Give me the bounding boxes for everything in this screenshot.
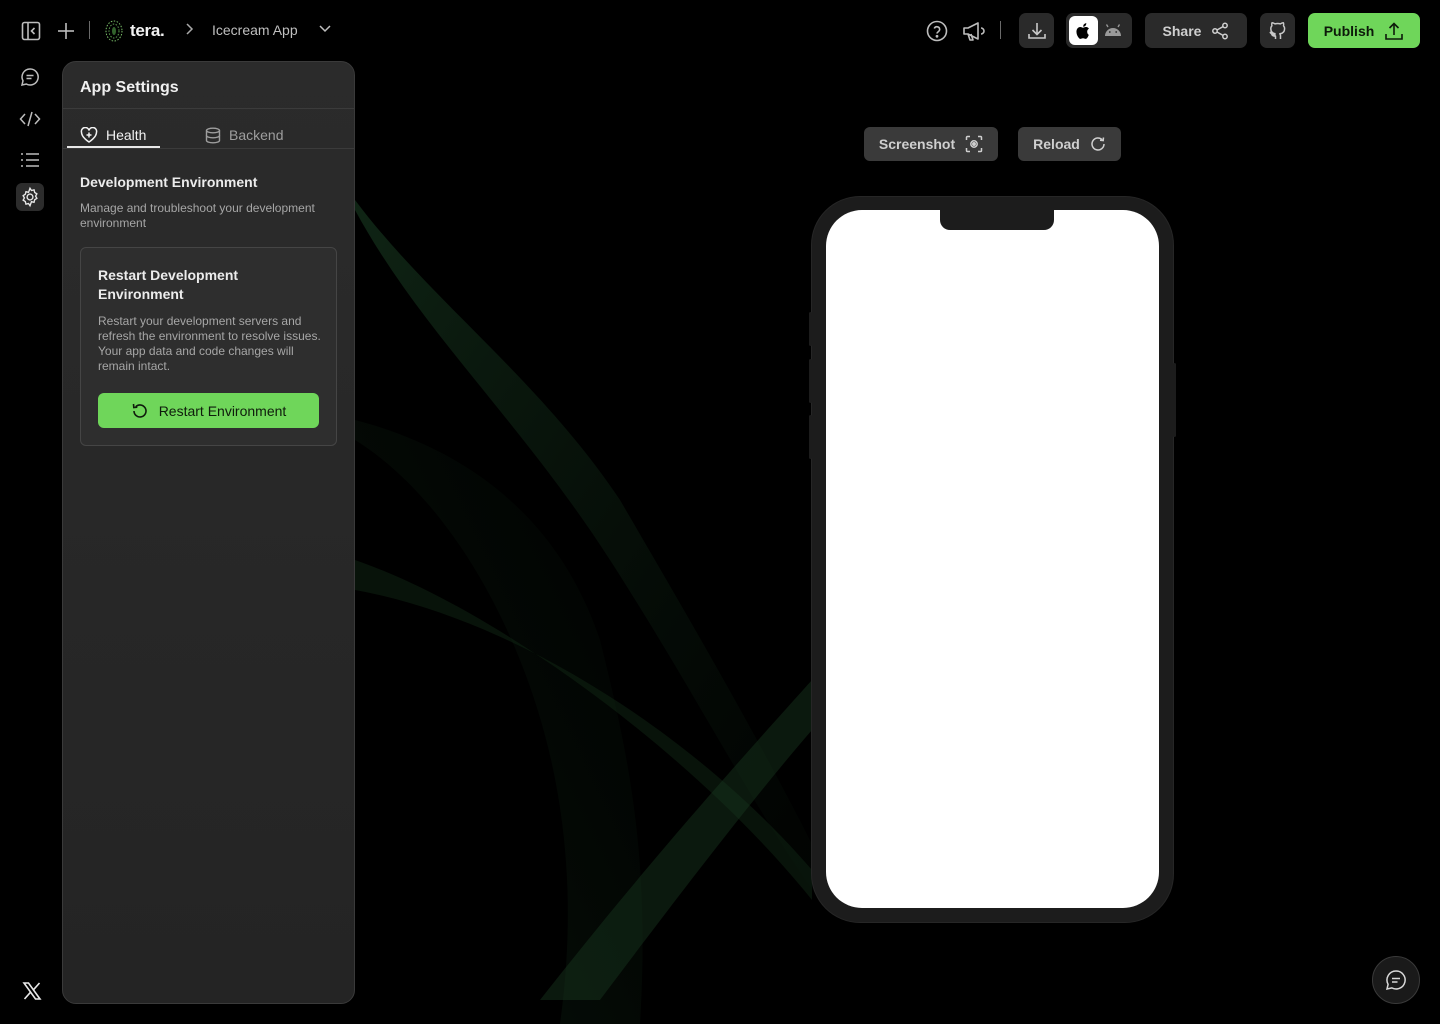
breadcrumb-chevron-icon: [184, 22, 194, 41]
android-icon: [1104, 23, 1121, 36]
brand-logo[interactable]: tera.: [104, 18, 165, 44]
restart-environment-card: Restart Development Environment Restart …: [80, 247, 337, 446]
publish-button[interactable]: Publish: [1308, 13, 1420, 48]
share-label: Share: [1162, 22, 1202, 39]
new-project-icon[interactable]: [55, 20, 77, 42]
chevron-down-icon[interactable]: [318, 22, 332, 41]
upload-icon: [1385, 21, 1404, 40]
database-icon: [205, 127, 221, 144]
app-settings-panel: App Settings Health Backend Development …: [62, 61, 355, 1004]
tab-health-label: Health: [106, 127, 147, 143]
github-button[interactable]: [1260, 13, 1295, 48]
tab-health[interactable]: Health: [80, 121, 146, 149]
restart-icon: [132, 403, 147, 418]
phone-button: [809, 415, 812, 459]
camera-scan-icon: [965, 135, 983, 153]
publish-label: Publish: [1323, 22, 1375, 39]
restart-environment-button[interactable]: Restart Environment: [98, 393, 319, 428]
chat-bubble-icon: [1385, 970, 1406, 990]
toggle-sidebar-icon[interactable]: [20, 20, 42, 42]
platform-toggle: [1066, 13, 1132, 48]
tab-backend[interactable]: Backend: [205, 121, 283, 149]
phone-preview: [809, 197, 1176, 922]
screenshot-label: Screenshot: [878, 136, 956, 152]
x-social-icon[interactable]: [22, 981, 42, 1001]
top-bar: tera. Icecream App Share Publish: [0, 0, 1440, 62]
phone-button: [809, 359, 812, 403]
divider: [63, 148, 354, 149]
platform-ios-button[interactable]: [1069, 16, 1098, 45]
reload-button[interactable]: Reload: [1018, 127, 1121, 161]
project-name[interactable]: Icecream App: [212, 22, 298, 38]
divider: [1000, 21, 1001, 39]
tab-backend-label: Backend: [229, 127, 284, 143]
help-icon[interactable]: [925, 19, 949, 43]
phone-notch: [940, 210, 1054, 230]
platform-android-button[interactable]: [1098, 16, 1127, 45]
card-description: Restart your development servers and ref…: [98, 314, 321, 373]
chat-support-button[interactable]: [1372, 956, 1420, 1004]
settings-nav-icon[interactable]: [16, 183, 44, 211]
section-title: Development Environment: [80, 174, 258, 190]
restart-button-label: Restart Environment: [158, 402, 287, 419]
phone-button: [1173, 363, 1176, 437]
code-nav-icon[interactable]: [16, 105, 44, 133]
download-icon: [1027, 22, 1046, 39]
phone-button: [809, 312, 812, 346]
reload-label: Reload: [1033, 136, 1080, 152]
card-title: Restart Development Environment: [98, 267, 239, 302]
reload-icon: [1091, 137, 1105, 151]
download-button[interactable]: [1019, 13, 1054, 48]
share-icon: [1212, 22, 1229, 39]
chat-nav-icon[interactable]: [16, 63, 44, 91]
tera-logo-icon: [105, 20, 123, 42]
brand-name: tera.: [130, 21, 165, 40]
apple-icon: [1075, 22, 1089, 39]
announcements-megaphone-icon[interactable]: [961, 19, 987, 43]
divider: [89, 21, 90, 39]
heart-plus-icon: [80, 127, 98, 143]
screenshot-button[interactable]: Screenshot: [864, 127, 998, 161]
phone-screen[interactable]: [826, 210, 1159, 908]
share-button[interactable]: Share: [1145, 13, 1247, 48]
panel-title: App Settings: [80, 79, 179, 96]
github-icon: [1269, 21, 1285, 39]
list-nav-icon[interactable]: [16, 146, 44, 174]
divider: [63, 108, 354, 109]
section-description: Manage and troubleshoot your development…: [80, 201, 315, 230]
